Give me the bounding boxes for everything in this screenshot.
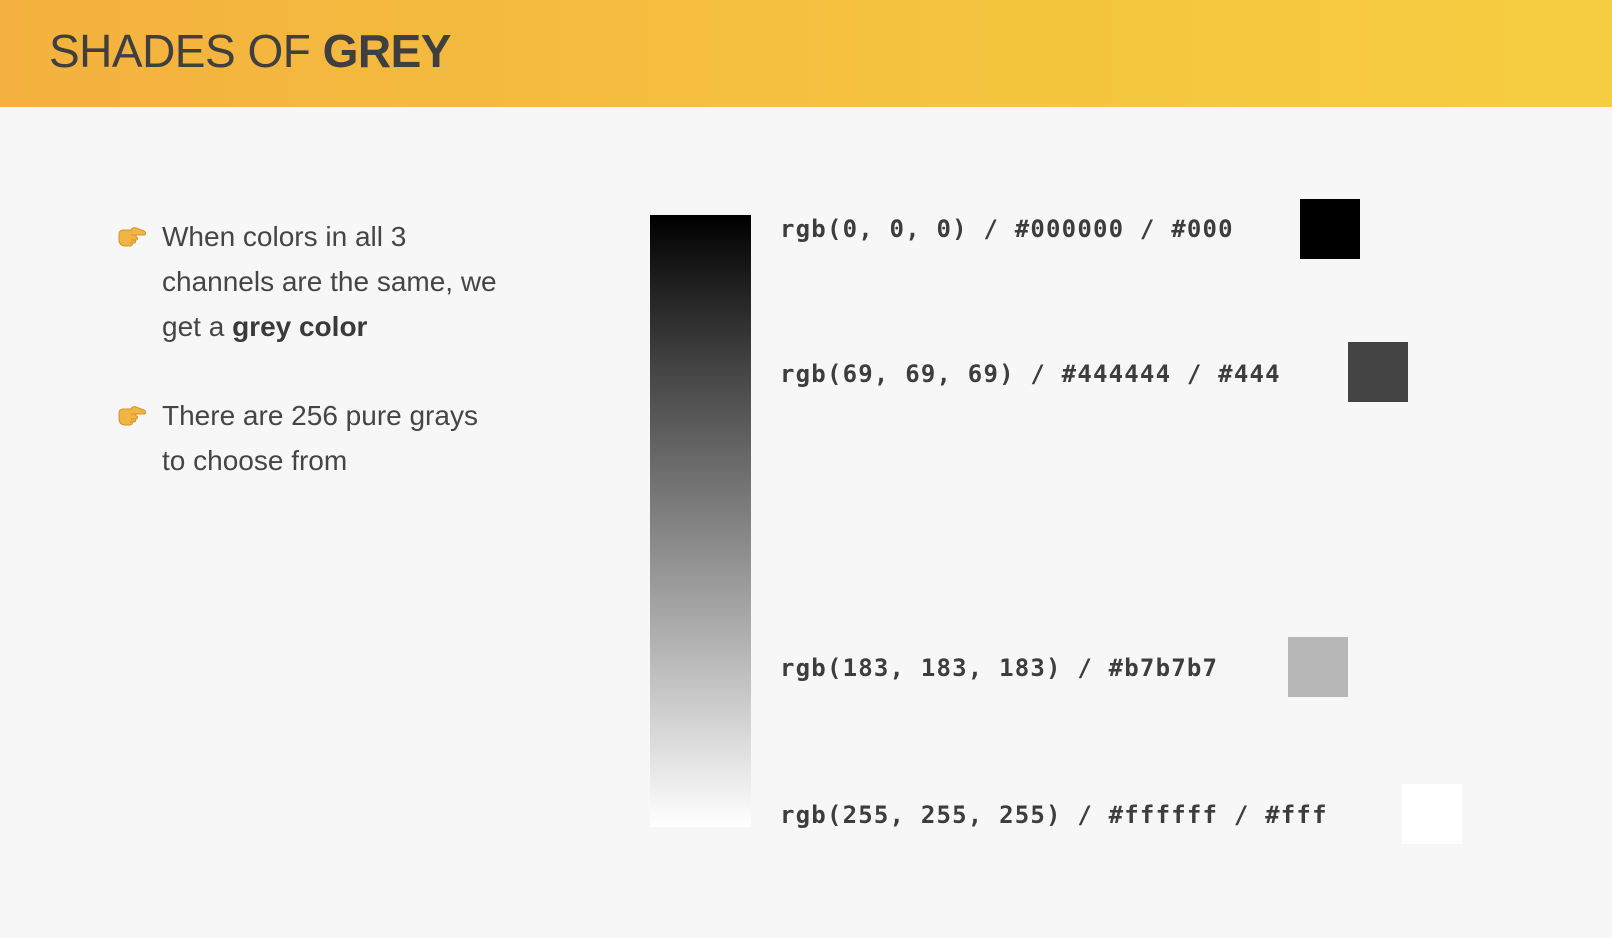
color-code-label: rgb(69, 69, 69) / #444444 / #444	[780, 360, 1281, 388]
pointing-hand-icon	[118, 406, 146, 426]
color-swatch	[1288, 637, 1348, 697]
bullet-text: When colors in all 3 channels are the sa…	[162, 214, 497, 349]
header-bar: SHADES OF GREY	[0, 0, 1612, 107]
color-swatch	[1402, 784, 1462, 844]
bullet-text-bold: grey color	[232, 311, 368, 342]
color-swatch	[1348, 342, 1408, 402]
bullet-text-plain: There are 256 pure grays to choose from	[162, 400, 478, 476]
page-title-bold: GREY	[322, 25, 452, 77]
grey-gradient-bar	[650, 215, 751, 827]
page-title-light: SHADES OF	[49, 25, 323, 77]
color-code-label: rgb(183, 183, 183) / #b7b7b7	[780, 654, 1219, 682]
bullet-item: There are 256 pure grays to choose from	[117, 393, 497, 483]
pointing-hand-icon	[118, 227, 146, 247]
color-code-label: rgb(0, 0, 0) / #000000 / #000	[780, 215, 1234, 243]
bullet-item: When colors in all 3 channels are the sa…	[117, 214, 497, 349]
color-swatch	[1300, 199, 1360, 259]
color-code-label: rgb(255, 255, 255) / #ffffff / #fff	[780, 801, 1328, 829]
page-title: SHADES OF GREY	[49, 26, 451, 76]
bullet-text: There are 256 pure grays to choose from	[162, 393, 497, 483]
